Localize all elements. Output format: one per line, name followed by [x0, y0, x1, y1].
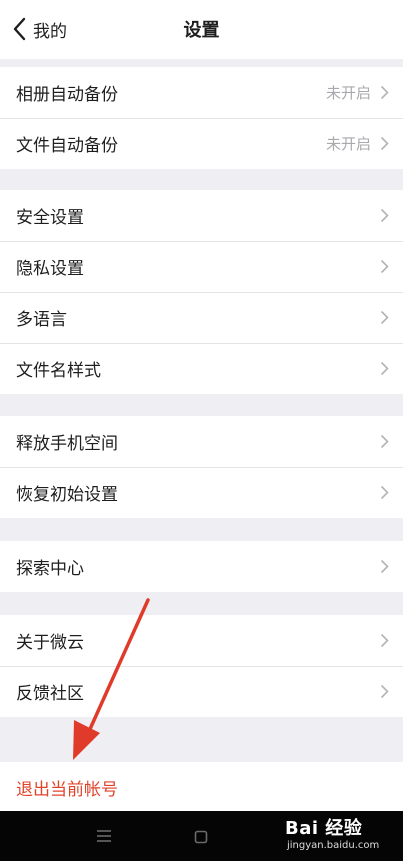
row-filename-style[interactable]: 文件名样式 [0, 343, 403, 394]
navigation-header: 我的 设置 [0, 0, 403, 59]
chevron-right-icon [380, 310, 389, 325]
chevron-right-icon [380, 208, 389, 223]
row-label: 隐私设置 [16, 259, 84, 279]
row-explore-center[interactable]: 探索中心 [0, 541, 403, 592]
settings-group-explore: 探索中心 [0, 541, 403, 592]
row-label: 相册自动备份 [16, 85, 118, 105]
watermark-url: jingyan.baidu.com [287, 840, 380, 851]
row-status-value: 未开启 [325, 84, 371, 102]
row-label: 反馈社区 [16, 684, 84, 704]
settings-group-backup: 相册自动备份 未开启 文件自动备份 未开启 [0, 67, 403, 169]
chevron-right-icon [380, 85, 389, 100]
row-free-phone-space[interactable]: 释放手机空间 [0, 416, 403, 467]
row-feedback-community[interactable]: 反馈社区 [0, 666, 403, 717]
settings-group-about: 关于微云 反馈社区 [0, 615, 403, 717]
row-label: 释放手机空间 [16, 434, 118, 454]
settings-group-storage: 释放手机空间 恢复初始设置 [0, 416, 403, 518]
chevron-right-icon [380, 485, 389, 500]
menu-icon[interactable] [96, 828, 112, 847]
home-square-icon[interactable] [194, 829, 208, 848]
row-label: 关于微云 [16, 633, 84, 653]
settings-group-general: 安全设置 隐私设置 多语言 文件名样式 [0, 190, 403, 394]
logout-label: 退出当前帐号 [16, 780, 118, 800]
logout-button[interactable]: 退出当前帐号 [0, 762, 403, 813]
row-about-weiyun[interactable]: 关于微云 [0, 615, 403, 666]
chevron-right-icon [380, 633, 389, 648]
row-status-value: 未开启 [325, 135, 371, 153]
row-restore-defaults[interactable]: 恢复初始设置 [0, 467, 403, 518]
row-language[interactable]: 多语言 [0, 292, 403, 343]
chevron-right-icon [380, 259, 389, 274]
settings-group-logout: 退出当前帐号 [0, 762, 403, 813]
row-privacy-settings[interactable]: 隐私设置 [0, 241, 403, 292]
baidu-jingyan-watermark: Bai 经验 jingyan.baidu.com [283, 812, 401, 856]
row-security-settings[interactable]: 安全设置 [0, 190, 403, 241]
chevron-right-icon [380, 559, 389, 574]
row-label: 文件名样式 [16, 361, 101, 381]
row-label: 恢复初始设置 [16, 485, 118, 505]
row-file-auto-backup[interactable]: 文件自动备份 未开启 [0, 118, 403, 169]
chevron-right-icon [380, 136, 389, 151]
chevron-right-icon [380, 684, 389, 699]
settings-screen: 我的 设置 相册自动备份 未开启 文件自动备份 未开启 安全设置 隐私设置 多语… [0, 0, 403, 861]
row-photo-auto-backup[interactable]: 相册自动备份 未开启 [0, 67, 403, 118]
row-label: 安全设置 [16, 208, 84, 228]
row-label: 多语言 [16, 310, 67, 330]
chevron-right-icon [380, 361, 389, 376]
watermark-logo: Bai 经验 [285, 818, 363, 839]
page-title: 设置 [183, 20, 220, 41]
row-label: 探索中心 [16, 559, 84, 579]
row-label: 文件自动备份 [16, 136, 118, 156]
chevron-right-icon [380, 434, 389, 449]
